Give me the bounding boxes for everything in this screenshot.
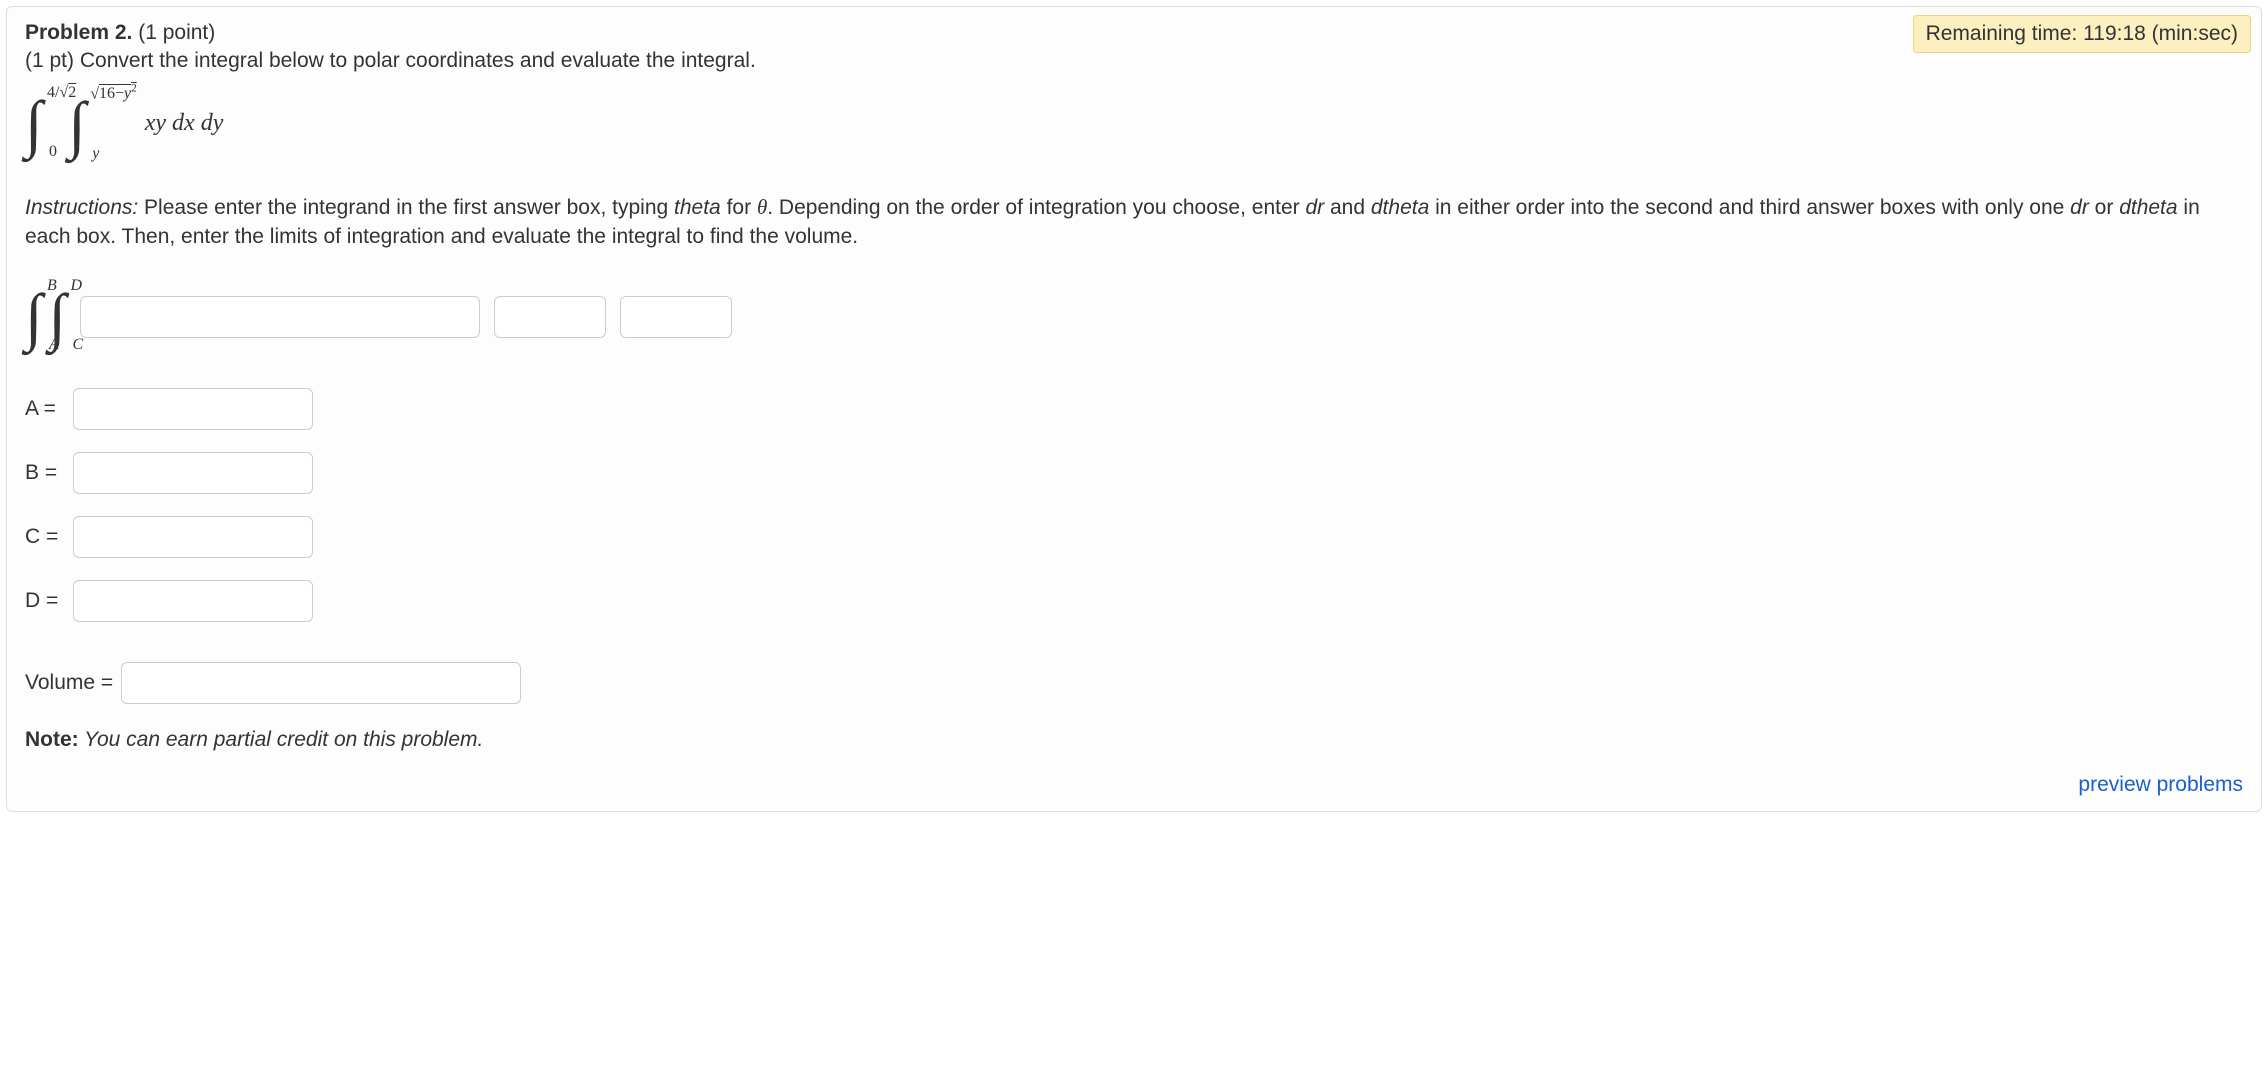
problem-points: (1 point) <box>138 21 215 44</box>
timer-unit: (min:sec) <box>2152 22 2238 45</box>
preview-link-row: preview problems <box>25 773 2243 797</box>
timer-badge: Remaining time: 119:18 (min:sec) <box>1913 15 2251 53</box>
template-outer-integral: B ∫ A <box>25 273 43 360</box>
limit-a-label: A = <box>25 397 73 421</box>
template-inner-upper: D <box>71 277 83 295</box>
outer-integral: 4/√2 ∫ 0 <box>25 80 54 167</box>
limit-b-row: B = <box>25 452 2243 494</box>
preview-problems-link[interactable]: preview problems <box>2078 773 2243 796</box>
problem-title: Problem 2. (1 point) <box>25 21 2243 45</box>
integral-icon: ∫ <box>25 98 43 149</box>
timer-label: Remaining time: <box>1926 22 2078 45</box>
diff1-input[interactable] <box>494 296 606 338</box>
integral-template: B ∫ A D ∫ C <box>25 273 66 360</box>
integral-answer-row: B ∫ A D ∫ C <box>25 273 2243 360</box>
integrand-input[interactable] <box>80 296 480 338</box>
integrand: xy dx dy <box>145 110 224 137</box>
instructions: Instructions: Please enter the integrand… <box>25 193 2243 252</box>
limit-d-input[interactable] <box>73 580 313 622</box>
timer-value: 119:18 <box>2083 22 2146 45</box>
integral-icon: ∫ <box>68 99 86 150</box>
limit-b-label: B = <box>25 461 73 485</box>
problem-container: Remaining time: 119:18 (min:sec) Problem… <box>6 6 2262 812</box>
limit-b-input[interactable] <box>73 452 313 494</box>
limit-c-label: C = <box>25 525 73 549</box>
inner-integral: √16−y2 ∫ y <box>68 79 115 169</box>
integral-icon: ∫ <box>25 291 43 342</box>
problem-prompt: (1 pt) Convert the integral below to pol… <box>25 49 2243 73</box>
limit-d-label: D = <box>25 589 73 613</box>
volume-row: Volume = <box>25 662 2243 704</box>
diff2-input[interactable] <box>620 296 732 338</box>
partial-credit-note: Note: You can earn partial credit on thi… <box>25 728 2243 752</box>
limit-c-input[interactable] <box>73 516 313 558</box>
note-rest: You can earn partial credit on this prob… <box>79 728 484 751</box>
limit-d-row: D = <box>25 580 2243 622</box>
note-bold: Note: <box>25 728 79 751</box>
inner-lower-limit: y <box>92 145 99 163</box>
integral-icon: ∫ <box>49 291 67 342</box>
problem-number: Problem 2. <box>25 21 132 44</box>
limit-a-input[interactable] <box>73 388 313 430</box>
volume-label: Volume = <box>25 671 113 695</box>
integral-expression: 4/√2 ∫ 0 √16−y2 ∫ y xy dx dy <box>25 79 2243 169</box>
template-inner-integral: D ∫ C <box>49 273 67 360</box>
instructions-lead: Instructions: <box>25 196 138 219</box>
limit-c-row: C = <box>25 516 2243 558</box>
outer-lower-limit: 0 <box>49 143 57 161</box>
limit-a-row: A = <box>25 388 2243 430</box>
template-inner-lower: C <box>73 336 84 354</box>
inner-upper-limit: √16−y2 <box>90 83 137 103</box>
volume-input[interactable] <box>121 662 521 704</box>
